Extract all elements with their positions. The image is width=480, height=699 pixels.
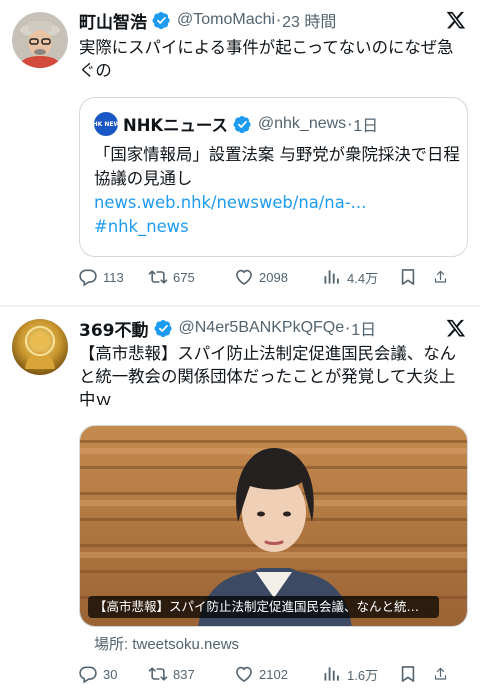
share-icon xyxy=(433,267,448,287)
quoted-tweet[interactable]: NHK NEWS NHKニュース @nhk_news · 1日 「国家情報局」設… xyxy=(79,97,468,257)
quoted-link[interactable]: news.web.nhk/newsweb/na/na-... xyxy=(94,191,460,215)
like-button[interactable]: 2102 xyxy=(234,664,322,684)
author-handle[interactable]: @N4er5BANKPkQFQe xyxy=(179,319,345,337)
reply-icon xyxy=(78,267,98,287)
timestamp[interactable]: 23 時間 xyxy=(282,8,336,32)
reply-button[interactable]: 30 xyxy=(78,664,148,684)
avatar[interactable] xyxy=(12,319,68,375)
reply-count: 113 xyxy=(103,269,124,285)
nhk-news-avatar: NHK NEWS xyxy=(88,112,124,136)
tweet-actions: 30 837 2102 1.6万 xyxy=(78,662,468,686)
quoted-headline: 「国家情報局」設置法案 与野党が衆院採決で日程協議の見通し xyxy=(94,145,460,188)
share-button[interactable] xyxy=(433,664,453,684)
separator-dot: · xyxy=(276,10,282,30)
quoted-author-handle: @nhk_news xyxy=(257,115,347,132)
like-count: 2098 xyxy=(259,269,288,285)
bookmark-icon xyxy=(398,267,418,287)
like-count: 2102 xyxy=(259,666,288,682)
timestamp[interactable]: 1日 xyxy=(351,316,376,340)
like-button[interactable]: 2098 xyxy=(234,267,322,287)
view-count: 1.6万 xyxy=(347,667,379,683)
quoted-author-name: NHKニュース xyxy=(123,116,228,135)
separator-dot: · xyxy=(345,318,351,338)
bookmark-button[interactable] xyxy=(398,267,433,287)
retweet-icon xyxy=(148,664,168,684)
quoted-tweet-header: NHK NEWS NHKニュース @nhk_news · 1日 xyxy=(88,112,379,136)
tweet-header: 町山智浩 @TomoMachi · 23 時間 xyxy=(79,7,468,33)
separator-dot: · xyxy=(347,114,353,134)
like-icon xyxy=(234,664,254,684)
retweet-count: 837 xyxy=(173,666,195,682)
retweet-icon xyxy=(148,267,168,287)
views-icon xyxy=(322,664,342,684)
link-card-source[interactable]: 場所: tweetsoku.news xyxy=(94,633,239,654)
link-card-title[interactable]: 【高市悲報】スパイ防止法制定促進国民会議、なんと統… xyxy=(88,596,439,618)
tweet-text: 実際にスパイによる事件が起こってないのになぜ急ぐの xyxy=(79,38,454,80)
avatar[interactable] xyxy=(12,12,68,68)
tweet-text: 【高市悲報】スパイ防止法制定促進国民会議、なんと統一教会の関係団体だったことが発… xyxy=(79,344,456,409)
views-button[interactable]: 1.6万 xyxy=(322,664,398,684)
retweet-button[interactable]: 837 xyxy=(148,664,234,684)
verified-badge-icon xyxy=(152,11,171,30)
x-logo-icon[interactable] xyxy=(446,318,466,338)
share-icon xyxy=(433,664,448,684)
quoted-timestamp: 1日 xyxy=(353,118,379,135)
share-button[interactable] xyxy=(433,267,453,287)
tweet-2[interactable]: 369不動 @N4er5BANKPkQFQe · 1日 【高市悲報】スパイ防止法… xyxy=(0,307,480,699)
tweet-header: 369不動 @N4er5BANKPkQFQe · 1日 xyxy=(79,315,468,341)
link-card-image[interactable]: 【高市悲報】スパイ防止法制定促進国民会議、なんと統… xyxy=(79,425,468,627)
tweet-actions: 113 675 2098 4.4万 xyxy=(78,265,468,289)
retweet-count: 675 xyxy=(173,269,195,285)
x-logo-icon[interactable] xyxy=(446,10,466,30)
author-name[interactable]: 町山智浩 xyxy=(79,8,147,33)
view-count: 4.4万 xyxy=(347,270,379,286)
views-icon xyxy=(322,267,342,287)
reply-button[interactable]: 113 xyxy=(78,267,148,287)
tweet-1[interactable]: 町山智浩 @TomoMachi · 23 時間 実際にスパイによる事件が起こって… xyxy=(0,0,480,305)
author-name[interactable]: 369不動 xyxy=(79,316,149,341)
verified-badge-icon xyxy=(233,115,252,134)
retweet-button[interactable]: 675 xyxy=(148,267,234,287)
reply-count: 30 xyxy=(103,666,118,682)
like-icon xyxy=(234,267,254,287)
bookmark-icon xyxy=(398,664,418,684)
verified-badge-icon xyxy=(154,319,173,338)
views-button[interactable]: 4.4万 xyxy=(322,267,398,287)
bookmark-button[interactable] xyxy=(398,664,433,684)
reply-icon xyxy=(78,664,98,684)
quoted-tweet-text: 「国家情報局」設置法案 与野党が衆院採決で日程協議の見通し news.web.n… xyxy=(94,143,460,239)
quoted-hashtag[interactable]: #nhk_news xyxy=(94,215,460,239)
author-handle[interactable]: @TomoMachi xyxy=(177,11,275,29)
